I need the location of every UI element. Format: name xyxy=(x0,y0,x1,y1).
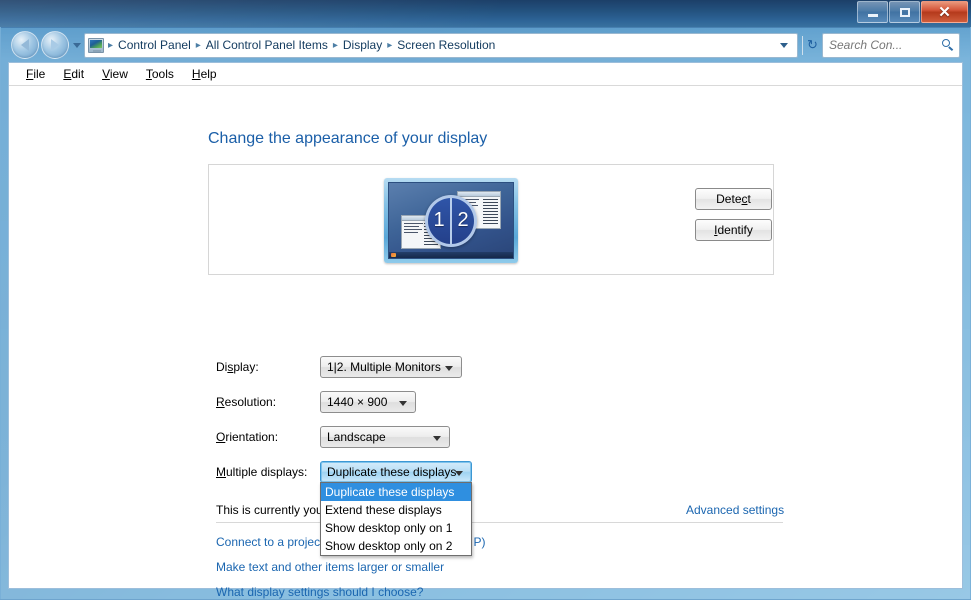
chevron-down-icon xyxy=(455,471,463,476)
search-box[interactable] xyxy=(822,32,960,58)
identify-label-post: dentify xyxy=(717,223,753,237)
orientation-label-post: rientation: xyxy=(225,430,279,444)
breadcrumb-screen-resolution[interactable]: Screen Resolution xyxy=(394,37,498,53)
orientation-combobox[interactable]: Landscape xyxy=(320,426,450,448)
display-preview-panel: 1 2 Dete c t Identify xyxy=(208,164,774,275)
resolution-label: Resolution: xyxy=(216,395,276,409)
multiple-displays-label: Multiple displays: xyxy=(216,465,307,479)
window-controls: ✕ xyxy=(857,1,968,23)
detect-label-pre: Dete xyxy=(716,192,742,206)
menu-tools[interactable]: Tools xyxy=(137,65,183,83)
chevron-down-icon xyxy=(433,436,441,441)
client-area: File Edit View Tools Help Change the app… xyxy=(8,62,963,599)
back-button[interactable] xyxy=(11,31,39,59)
resolution-combobox[interactable]: 1440 × 900 xyxy=(320,391,416,413)
dropdown-option-show-only-2[interactable]: Show desktop only on 2 xyxy=(321,537,471,555)
preview-taskbar-icon xyxy=(389,252,513,258)
make-text-larger-link[interactable]: Make text and other items larger or smal… xyxy=(216,560,444,574)
display-monitor-icon xyxy=(88,37,104,53)
address-bar-row: ▸ Control Panel ▸ All Control Panel Item… xyxy=(5,30,966,60)
menu-edit-label: dit xyxy=(71,67,85,81)
monitor-screen: 1 2 xyxy=(388,182,514,259)
menu-view-accel: V xyxy=(102,67,110,81)
display-label: Display: xyxy=(216,360,259,374)
monitor-preview[interactable]: 1 2 xyxy=(384,178,518,263)
breadcrumb-separator-icon[interactable]: ▸ xyxy=(331,40,340,51)
address-history-chevron-down-icon[interactable] xyxy=(780,42,788,48)
display-label-post: play: xyxy=(233,360,259,374)
minimize-button[interactable] xyxy=(857,1,888,23)
identify-button[interactable]: Identify xyxy=(695,219,772,241)
menu-edit[interactable]: Edit xyxy=(54,65,93,83)
what-display-settings-link[interactable]: What display settings should I choose? xyxy=(216,585,423,599)
advanced-settings-link[interactable]: Advanced settings xyxy=(686,503,784,517)
breadcrumb-control-panel[interactable]: Control Panel xyxy=(115,37,194,53)
recent-pages-chevron-down-icon[interactable] xyxy=(73,42,81,48)
title-bar[interactable]: ✕ xyxy=(0,0,971,27)
monitor-badge-2: 2 xyxy=(457,209,469,231)
section-divider xyxy=(216,522,783,523)
search-input[interactable] xyxy=(827,37,940,53)
menu-file[interactable]: File xyxy=(17,65,54,83)
breadcrumb-separator-icon[interactable]: ▸ xyxy=(106,40,115,51)
screen-resolution-window: ✕ ▸ Control Panel ▸ All Control Panel It… xyxy=(0,0,971,600)
chevron-down-icon xyxy=(399,401,407,406)
menu-tools-label: ools xyxy=(151,67,174,81)
detect-button[interactable]: Dete c t xyxy=(695,188,772,210)
multiple-displays-label-post: ultiple displays: xyxy=(226,465,308,479)
forward-button[interactable] xyxy=(41,31,69,59)
menu-help[interactable]: Help xyxy=(183,65,226,83)
maximize-button[interactable] xyxy=(889,1,920,23)
display-combobox-value: 1|2. Multiple Monitors xyxy=(327,360,441,374)
resolution-combobox-value: 1440 × 900 xyxy=(327,395,388,409)
orientation-label: Orientation: xyxy=(216,430,278,444)
refresh-button[interactable]: ↻ xyxy=(802,35,822,55)
menu-bar: File Edit View Tools Help xyxy=(9,63,962,86)
monitor-badge-1: 1 xyxy=(428,197,452,244)
address-bar[interactable]: ▸ Control Panel ▸ All Control Panel Item… xyxy=(84,32,798,58)
content-pane: Change the appearance of your display 1 … xyxy=(9,86,962,599)
resolution-label-accel: R xyxy=(216,395,225,409)
close-button[interactable]: ✕ xyxy=(921,1,968,23)
breadcrumb-separator-icon[interactable]: ▸ xyxy=(194,40,203,51)
breadcrumb-all-control-panel-items[interactable]: All Control Panel Items xyxy=(203,37,331,53)
menu-view[interactable]: View xyxy=(93,65,137,83)
resolution-label-post: esolution: xyxy=(224,395,277,409)
arrow-right-icon xyxy=(51,39,59,51)
orientation-combobox-value: Landscape xyxy=(327,430,386,444)
menu-view-label: iew xyxy=(109,67,128,81)
close-icon: ✕ xyxy=(938,3,951,21)
multiple-displays-combobox[interactable]: Duplicate these displays xyxy=(320,461,472,483)
dropdown-option-duplicate[interactable]: Duplicate these displays xyxy=(321,483,471,501)
multiple-displays-label-accel: M xyxy=(216,465,226,479)
menu-help-accel: H xyxy=(191,67,201,81)
multiple-displays-dropdown-list[interactable]: Duplicate these displays Extend these di… xyxy=(320,482,472,556)
page-title: Change the appearance of your display xyxy=(208,130,488,147)
search-icon xyxy=(942,38,955,52)
display-label-pre: Di xyxy=(216,360,228,374)
monitor-number-badge: 1 2 xyxy=(425,194,477,247)
dropdown-option-show-only-1[interactable]: Show desktop only on 1 xyxy=(321,519,471,537)
display-combobox[interactable]: 1|2. Multiple Monitors xyxy=(320,356,462,378)
menu-help-label: elp xyxy=(200,67,217,81)
menu-file-label: ile xyxy=(33,67,46,81)
orientation-label-accel: O xyxy=(216,430,226,444)
breadcrumb-separator-icon[interactable]: ▸ xyxy=(385,40,394,51)
maximize-icon xyxy=(899,7,910,17)
dropdown-option-extend[interactable]: Extend these displays xyxy=(321,501,471,519)
arrow-left-icon xyxy=(21,39,29,51)
multiple-displays-combobox-value: Duplicate these displays xyxy=(327,465,457,479)
chevron-down-icon xyxy=(445,366,453,371)
breadcrumb-display[interactable]: Display xyxy=(340,37,385,53)
minimize-icon xyxy=(867,13,878,17)
detect-label-post: t xyxy=(747,192,751,206)
